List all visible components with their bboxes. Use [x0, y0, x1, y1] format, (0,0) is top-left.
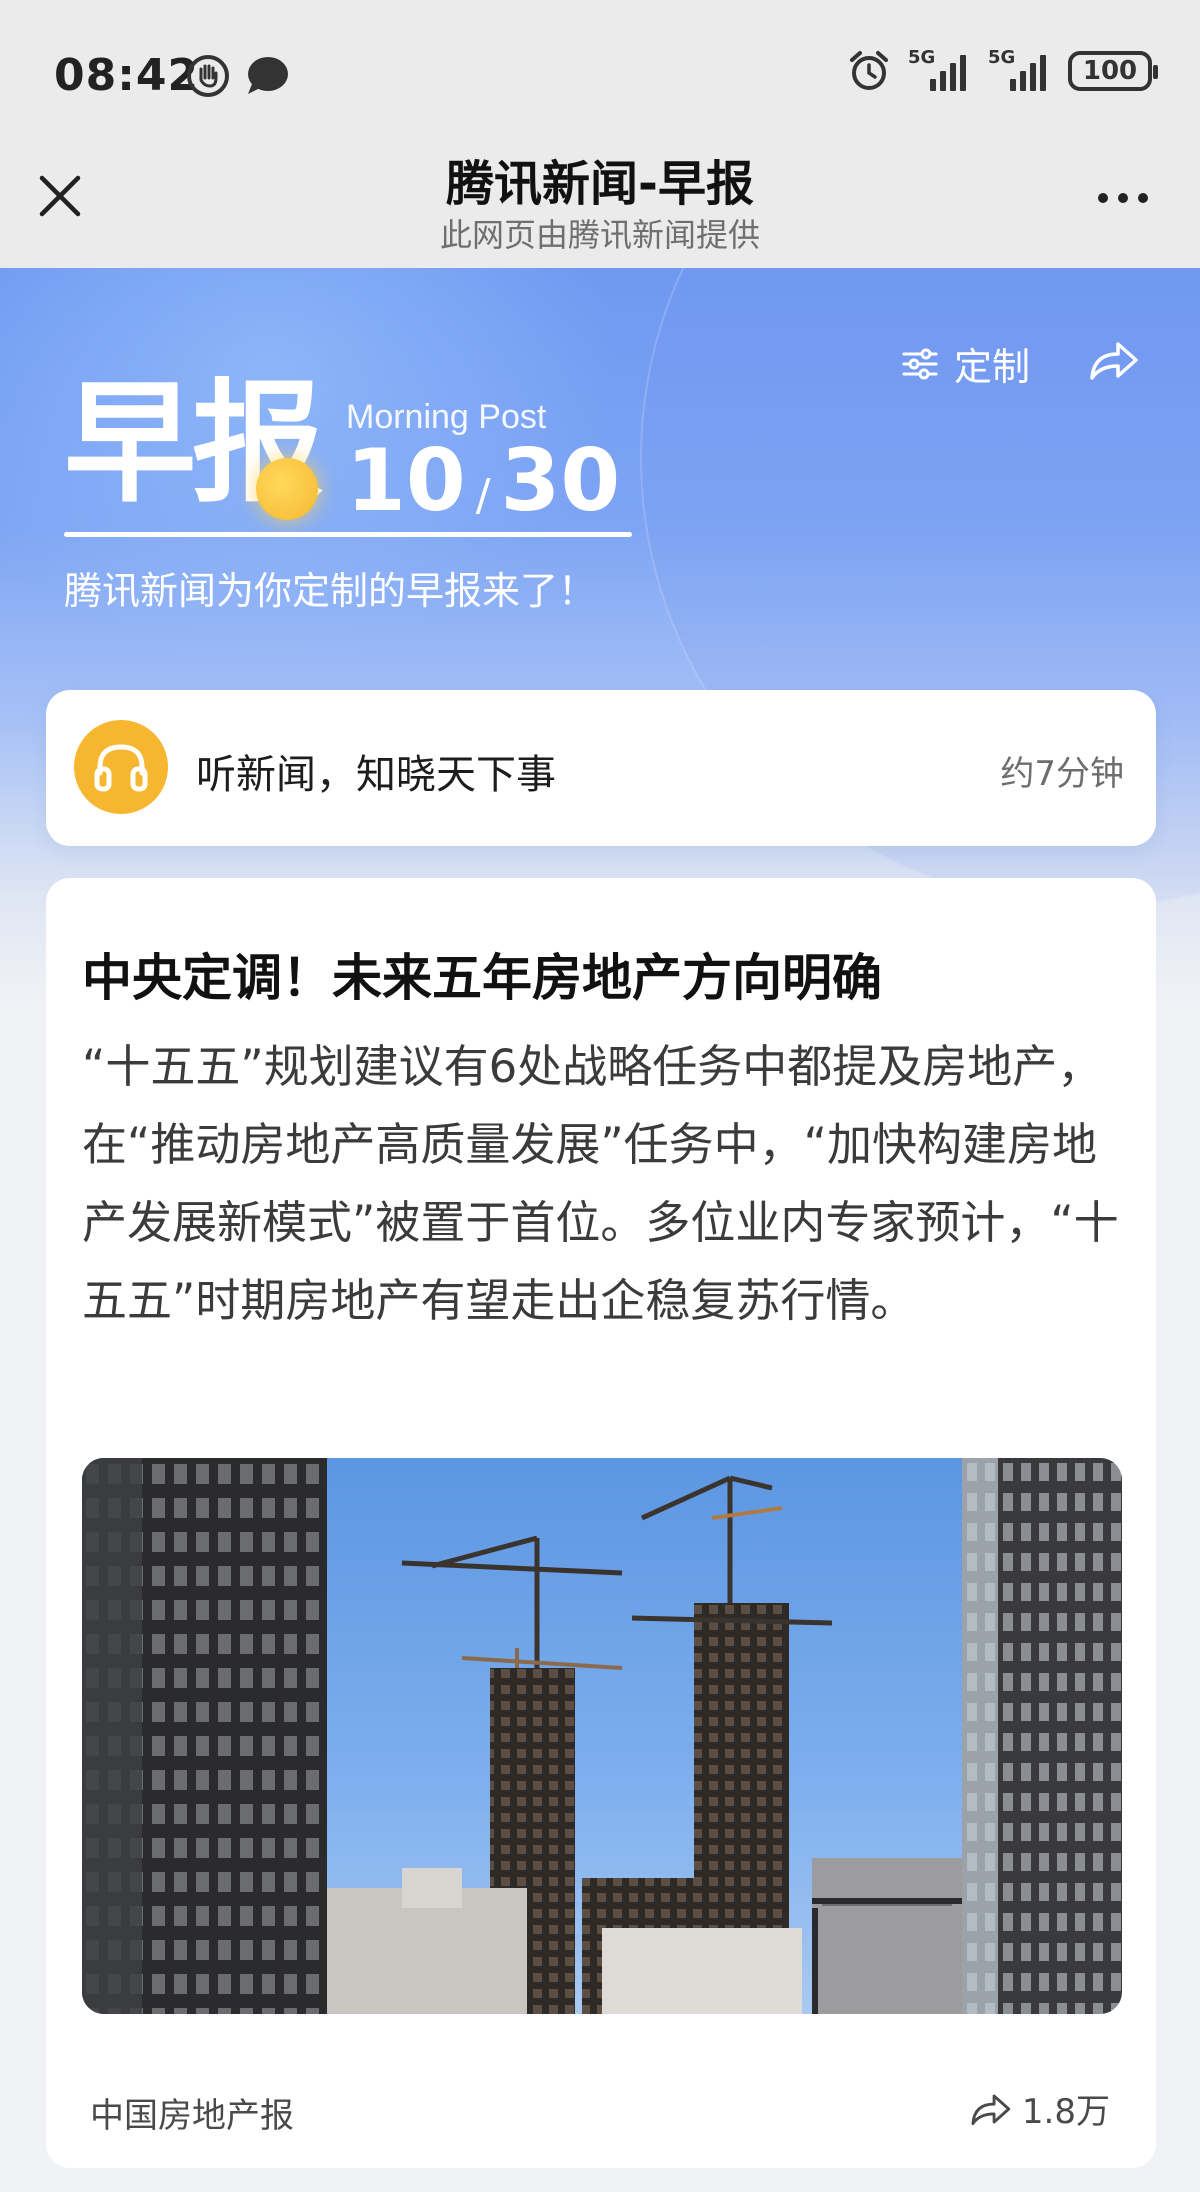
hand-icon [187, 55, 229, 97]
listen-news-card[interactable]: 听新闻，知晓天下事 约7分钟 [46, 690, 1156, 846]
article-card[interactable]: 中央定调！未来五年房地产方向明确 “十五五”规划建议有6处战略任务中都提及房地产… [46, 878, 1156, 2168]
hero-slogan: 腾讯新闻为你定制的早报来了！ [64, 569, 597, 613]
article-summary: “十五五”规划建议有6处战略任务中都提及房地产，在“推动房地产高质量发展”任务中… [82, 1040, 1119, 1327]
dot-icon [1098, 193, 1108, 203]
battery-level: 100 [1082, 56, 1138, 86]
net-label-2: 5G [988, 47, 1016, 68]
share-icon[interactable] [1086, 338, 1140, 382]
net-label-1: 5G [908, 47, 936, 68]
listen-text: 听新闻，知晓天下事 [196, 752, 556, 798]
article-share-button[interactable]: 1.8万 [968, 2084, 1110, 2133]
headphone-icon [74, 720, 168, 814]
date-month: 10 [346, 431, 466, 531]
customize-label: 定制 [953, 345, 1030, 389]
more-options-button[interactable] [1098, 188, 1156, 208]
share-icon [971, 2094, 1011, 2125]
article-title[interactable]: 中央定调！未来五年房地产方向明确 [82, 938, 1122, 1010]
page-subtitle: 此网页由腾讯新闻提供 [439, 216, 760, 254]
message-icon [248, 57, 288, 94]
article-image[interactable] [82, 1458, 1122, 2014]
status-bar: 08:42 5G 5G 100 [0, 0, 1200, 150]
date-display: 10 / 30 [346, 438, 620, 524]
page-title: 腾讯新闻-早报 [446, 156, 754, 212]
alarm-icon [850, 51, 888, 90]
dot-icon [1138, 193, 1148, 203]
signal-icon-1: 5G [908, 47, 972, 91]
date-day: 30 [500, 431, 621, 531]
customize-button[interactable]: 定制 [900, 336, 1030, 391]
article-source[interactable]: 中国房地产报 [90, 2088, 294, 2137]
battery-indicator: 100 [1068, 51, 1158, 91]
status-right-group: 5G 5G 100 [846, 47, 1158, 94]
dot-icon [1118, 193, 1128, 203]
construction-photo [82, 1458, 1122, 2014]
signal-icon-2: 5G [988, 47, 1052, 91]
listen-duration: 约7分钟 [1000, 754, 1124, 794]
sun-icon [256, 458, 318, 520]
hero-divider [64, 532, 632, 537]
sliders-icon [902, 348, 938, 379]
date-separator: / [475, 470, 491, 521]
status-time: 08:42 [54, 50, 200, 101]
page-header: 腾讯新闻-早报 此网页由腾讯新闻提供 [0, 130, 1200, 268]
share-count: 1.8万 [1021, 2092, 1110, 2132]
